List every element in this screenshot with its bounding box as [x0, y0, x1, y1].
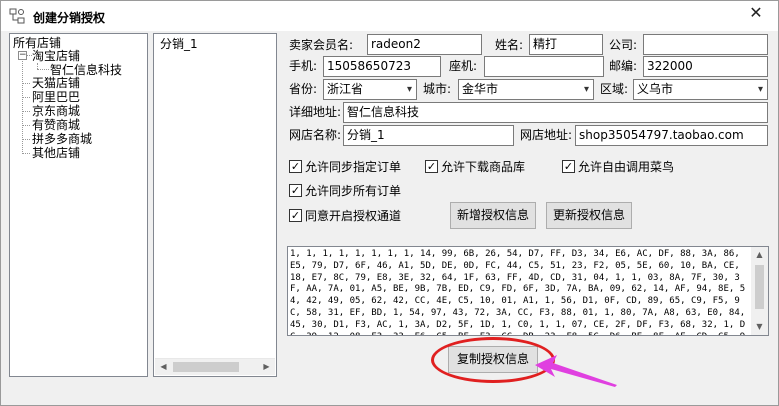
window-title: 创建分销授权	[33, 11, 106, 25]
mobile-label: 手机:	[289, 59, 318, 73]
mobile-input[interactable]: 15058650723	[323, 56, 441, 77]
checkbox-checked-icon[interactable]: ✓	[425, 160, 438, 173]
option-free-cainiao[interactable]: ✓ 允许自由调用菜鸟	[562, 158, 674, 175]
province-label: 省份:	[289, 82, 318, 96]
close-icon: ✕	[749, 3, 763, 22]
auth-code-textarea[interactable]: 1, 1, 1, 1, 1, 1, 1, 1, 14, 99, 6B, 26, …	[287, 246, 769, 336]
scrollbar-thumb[interactable]	[173, 362, 239, 372]
city-value: 金华市	[462, 82, 499, 96]
shop-tree[interactable]: 所有店铺 − 淘宝店铺 智仁信息科技 天猫店铺 阿里巴巴 京东商城 有赞商城 拼…	[9, 33, 148, 377]
shop-url-input[interactable]: shop35054797.taobao.com	[575, 125, 768, 146]
scroll-up-icon[interactable]: ▲	[751, 247, 768, 263]
address-input[interactable]: 智仁信息科技	[343, 102, 768, 123]
seller-member-label: 卖家会员名:	[289, 38, 354, 52]
scroll-right-icon[interactable]: ▶	[258, 359, 275, 375]
pointer-arrow-icon	[535, 355, 617, 387]
company-input[interactable]	[643, 34, 768, 55]
tree-item-pinduoduo[interactable]: 拼多多商城	[32, 132, 92, 146]
checkbox-checked-icon[interactable]: ✓	[289, 160, 302, 173]
tree-item-tmall[interactable]: 天猫店铺	[32, 76, 80, 90]
province-select[interactable]: 浙江省 ▾	[323, 79, 417, 100]
app-icon	[9, 8, 25, 24]
tree-item-taobao[interactable]: 淘宝店铺	[32, 49, 80, 63]
phone-label: 座机:	[449, 59, 478, 73]
zip-label: 邮编:	[609, 59, 638, 73]
scroll-left-icon[interactable]: ◀	[155, 359, 172, 375]
shop-list[interactable]: 分销_1 ◀ ▶	[153, 33, 277, 377]
chevron-down-icon: ▾	[757, 84, 763, 95]
checkbox-checked-icon[interactable]: ✓	[562, 160, 575, 173]
seller-member-input[interactable]: radeon2	[367, 34, 482, 55]
company-label: 公司:	[609, 38, 638, 52]
checkbox-checked-icon[interactable]: ✓	[289, 184, 302, 197]
name-label: 姓名:	[495, 38, 524, 52]
checkbox-checked-icon[interactable]: ✓	[289, 209, 302, 222]
phone-input[interactable]	[484, 56, 604, 77]
chevron-down-icon: ▾	[406, 84, 412, 95]
auth-code-text: 1, 1, 1, 1, 1, 1, 1, 1, 14, 99, 6B, 26, …	[290, 249, 746, 335]
city-label: 城市:	[423, 82, 452, 96]
district-label: 区域:	[600, 82, 629, 96]
option-download-product-library[interactable]: ✓ 允许下载商品库	[425, 158, 525, 175]
chevron-down-icon: ▾	[583, 84, 589, 95]
district-value: 义乌市	[637, 82, 674, 96]
tree-item-alibaba[interactable]: 阿里巴巴	[32, 90, 80, 104]
add-auth-button[interactable]: 新增授权信息	[450, 202, 536, 229]
dialog-window: 创建分销授权 ✕ 所有店铺 − 淘宝店铺 智仁信息科技 天猫店铺 阿里巴巴 京东…	[0, 0, 779, 406]
title-bar: 创建分销授权 ✕	[1, 1, 778, 31]
shop-name-label: 网店名称:	[289, 128, 342, 142]
option-enable-auth-channel[interactable]: ✓ 同意开启授权通道	[289, 207, 401, 224]
option-sync-all-orders[interactable]: ✓ 允许同步所有订单	[289, 182, 401, 199]
shop-name-input[interactable]: 分销_1	[343, 125, 514, 146]
district-select[interactable]: 义乌市 ▾	[633, 79, 768, 100]
tree-item-other[interactable]: 其他店铺	[32, 146, 80, 160]
tree-root[interactable]: 所有店铺	[13, 36, 61, 50]
scrollbar-thumb[interactable]	[755, 265, 764, 309]
option-sync-specified-orders[interactable]: ✓ 允许同步指定订单	[289, 158, 401, 175]
shop-url-label: 网店地址:	[520, 128, 573, 142]
close-button[interactable]: ✕	[734, 1, 778, 27]
horizontal-scrollbar[interactable]: ◀ ▶	[155, 358, 275, 375]
update-auth-button[interactable]: 更新授权信息	[546, 202, 632, 229]
tree-item-shop[interactable]: 智仁信息科技	[50, 63, 122, 77]
tree-item-youzan[interactable]: 有赞商城	[32, 118, 80, 132]
collapse-icon[interactable]: −	[18, 51, 27, 60]
name-input[interactable]: 精打	[529, 34, 603, 55]
vertical-scrollbar[interactable]: ▲ ▼	[751, 247, 768, 335]
scroll-down-icon[interactable]: ▼	[751, 319, 768, 335]
list-item[interactable]: 分销_1	[160, 37, 198, 51]
zip-input[interactable]: 322000	[643, 56, 768, 77]
address-label: 详细地址:	[289, 105, 342, 119]
province-value: 浙江省	[327, 82, 364, 96]
tree-item-jd[interactable]: 京东商城	[32, 104, 80, 118]
city-select[interactable]: 金华市 ▾	[458, 79, 594, 100]
